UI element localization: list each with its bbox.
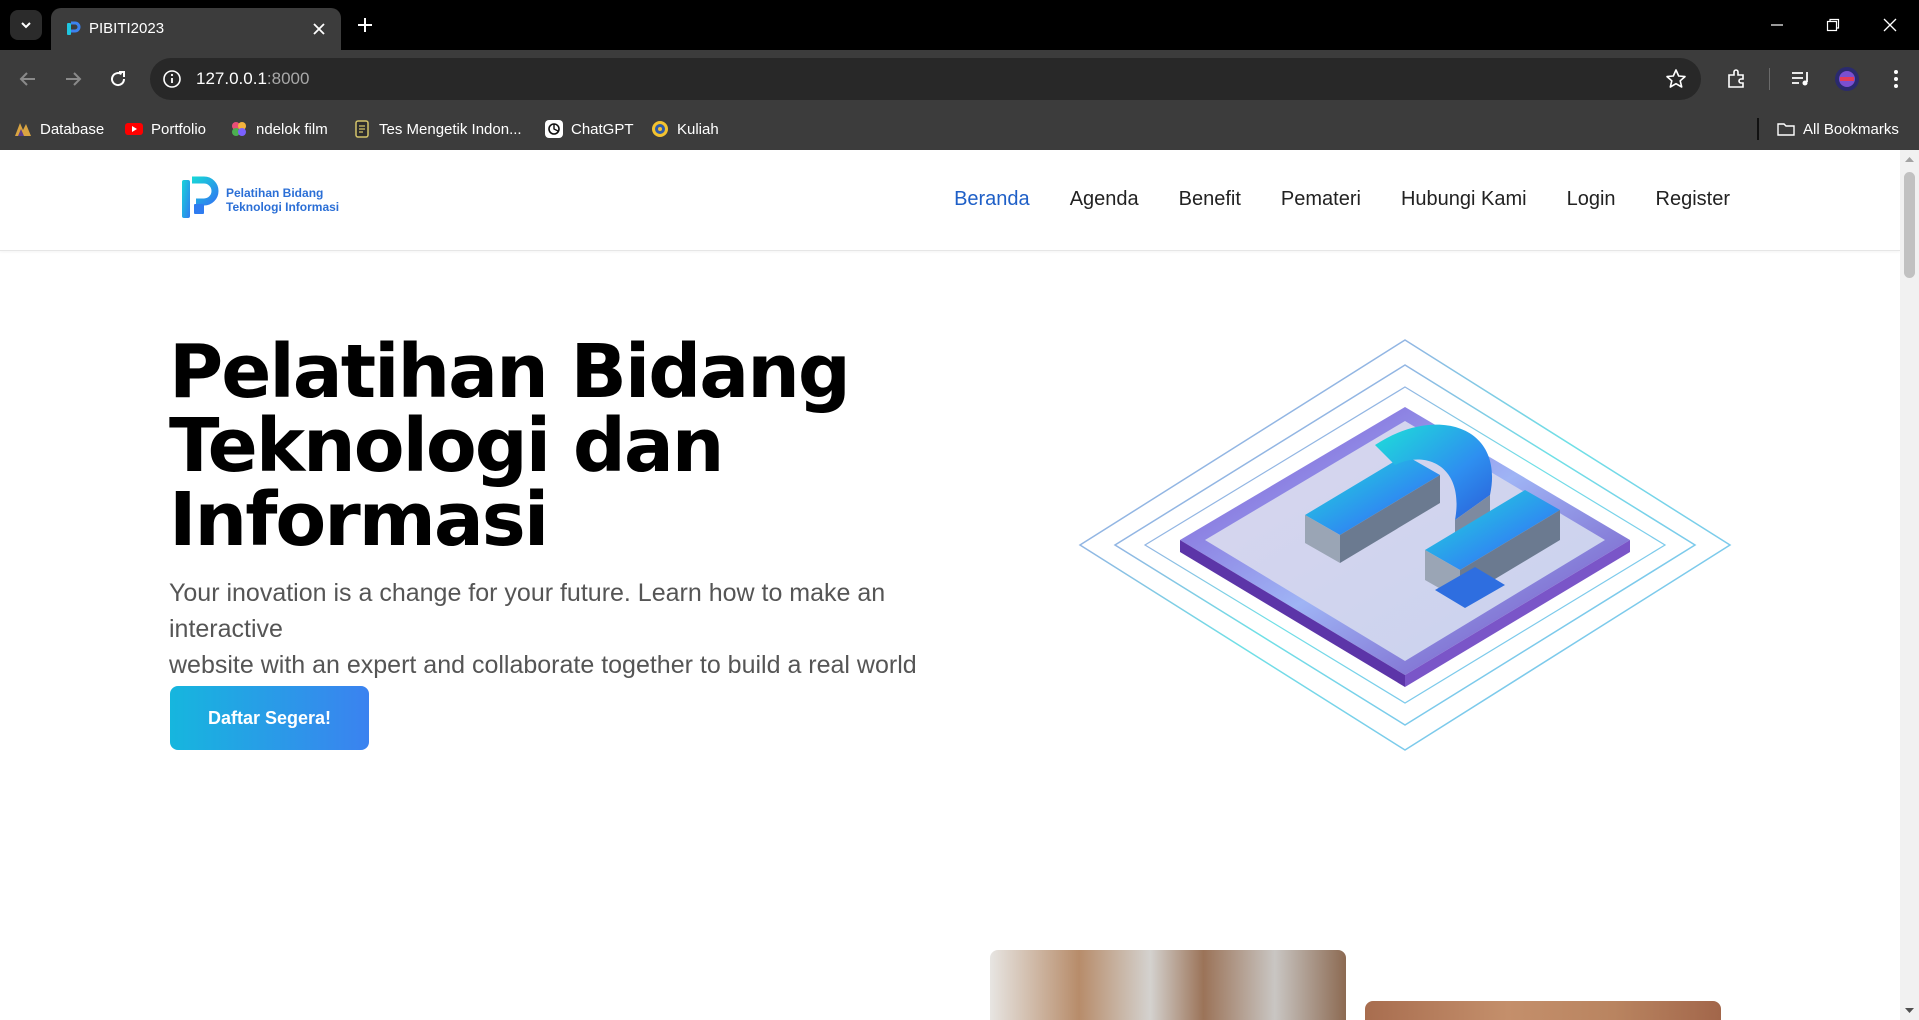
bookmarks-bar: Database Portfolio ndelok film Tes Menge… — [0, 108, 1919, 150]
all-bookmarks-button[interactable]: All Bookmarks — [1777, 117, 1899, 141]
avatar-icon — [1835, 67, 1859, 91]
browser-tab-strip: PIBITI2023 — [0, 0, 1919, 50]
hero-isometric-logo-illustration — [1078, 339, 1732, 751]
tab-title: PIBITI2023 — [89, 20, 165, 37]
new-tab-button[interactable] — [352, 12, 378, 38]
close-icon — [313, 23, 325, 35]
close-window-button[interactable] — [1877, 12, 1903, 38]
star-icon[interactable] — [1665, 68, 1687, 90]
scroll-down-arrow-icon[interactable] — [1900, 1003, 1919, 1017]
bookmark-chatgpt[interactable]: ChatGPT — [545, 117, 634, 141]
youtube-icon — [125, 123, 143, 135]
puzzle-icon — [1728, 69, 1744, 88]
chevron-down-icon — [21, 22, 31, 29]
bookmark-label: Kuliah — [677, 120, 719, 138]
hero-subtitle-line: Your inovation is a change for your futu… — [169, 579, 886, 643]
bookmark-ndelok-film[interactable]: ndelok film — [230, 117, 328, 141]
main-menu: Beranda Agenda Benefit Pemateri Hubungi … — [954, 188, 1730, 211]
media-control-button[interactable] — [1788, 66, 1814, 92]
folder-icon — [1777, 123, 1795, 136]
plus-icon — [358, 18, 372, 32]
info-icon[interactable] — [162, 69, 182, 89]
nav-pemateri[interactable]: Pemateri — [1281, 188, 1361, 211]
restore-button[interactable] — [1820, 12, 1846, 38]
url-port: :8000 — [266, 69, 310, 88]
url-host: 127.0.0.1 — [196, 69, 267, 88]
scrollbar-thumb[interactable] — [1904, 172, 1915, 278]
tab-search-button[interactable] — [10, 10, 42, 40]
university-icon — [652, 121, 668, 137]
scroll-up-arrow-icon[interactable] — [1900, 153, 1919, 167]
bookmarks-divider — [1757, 118, 1759, 140]
forward-button[interactable] — [58, 64, 88, 94]
reload-button[interactable] — [103, 64, 133, 94]
bookmark-label: ChatGPT — [571, 120, 634, 138]
arrow-right-icon — [66, 72, 82, 86]
logo-text-line2: Teknologi Informasi — [226, 200, 340, 214]
nav-hubungi-kami[interactable]: Hubungi Kami — [1401, 188, 1527, 211]
tab-close-button[interactable] — [309, 19, 329, 39]
gallery-photo — [1365, 1001, 1721, 1020]
site-navbar: Pelatihan Bidang Teknologi Informasi Ber… — [0, 150, 1900, 251]
nav-benefit[interactable]: Benefit — [1179, 188, 1241, 211]
nav-beranda[interactable]: Beranda — [954, 188, 1030, 211]
hero-title-line: Informasi — [169, 477, 549, 563]
profile-avatar[interactable] — [1834, 66, 1860, 92]
bookmark-tes-mengetik[interactable]: Tes Mengetik Indon... — [353, 117, 522, 141]
chatgpt-icon — [545, 120, 563, 138]
extensions-button[interactable] — [1724, 66, 1750, 92]
back-button[interactable] — [13, 64, 43, 94]
media-queue-icon — [1792, 72, 1808, 86]
bookmark-label: Portfolio — [151, 120, 207, 138]
gallery-photo — [990, 950, 1346, 1020]
toolbar-divider — [1769, 68, 1770, 90]
more-vertical-icon — [1894, 70, 1898, 88]
nav-login[interactable]: Login — [1567, 188, 1616, 211]
address-bar[interactable]: 127.0.0.1:8000 — [150, 58, 1701, 100]
browser-menu-button[interactable] — [1883, 66, 1909, 92]
logo-text-line1: Pelatihan Bidang — [226, 186, 324, 200]
restore-icon — [1826, 18, 1840, 32]
page-viewport: Pelatihan Bidang Teknologi Informasi Ber… — [0, 150, 1900, 1020]
bookmark-label: Tes Mengetik Indon... — [379, 120, 522, 138]
reload-icon — [111, 71, 126, 87]
site-logo[interactable]: Pelatihan Bidang Teknologi Informasi — [180, 176, 360, 224]
typing-test-icon — [355, 120, 369, 138]
minimize-icon — [1771, 24, 1783, 26]
film-icon — [232, 122, 246, 136]
page-scrollbar[interactable] — [1900, 150, 1919, 1020]
url-text: 127.0.0.1:8000 — [196, 69, 309, 89]
register-now-button[interactable]: Daftar Segera! — [170, 686, 369, 750]
bookmark-database[interactable]: Database — [14, 117, 104, 141]
arrow-left-icon — [19, 72, 35, 86]
all-bookmarks-label: All Bookmarks — [1803, 120, 1899, 138]
active-tab[interactable]: PIBITI2023 — [51, 8, 341, 50]
bookmark-label: Database — [40, 120, 105, 138]
pibiti-logo-icon — [182, 176, 219, 218]
database-icon — [15, 123, 31, 136]
browser-toolbar: 127.0.0.1:8000 — [0, 50, 1919, 108]
close-icon — [1883, 18, 1897, 32]
bookmark-portfolio[interactable]: Portfolio — [125, 117, 206, 141]
pibiti-logo-icon — [67, 21, 81, 35]
bookmark-label: ndelok film — [256, 120, 328, 138]
nav-register[interactable]: Register — [1656, 188, 1730, 211]
nav-agenda[interactable]: Agenda — [1070, 188, 1139, 211]
bookmark-kuliah[interactable]: Kuliah — [651, 117, 719, 141]
hero-title: Pelatihan Bidang Teknologi dan Informasi — [169, 335, 869, 557]
minimize-button[interactable] — [1764, 12, 1790, 38]
